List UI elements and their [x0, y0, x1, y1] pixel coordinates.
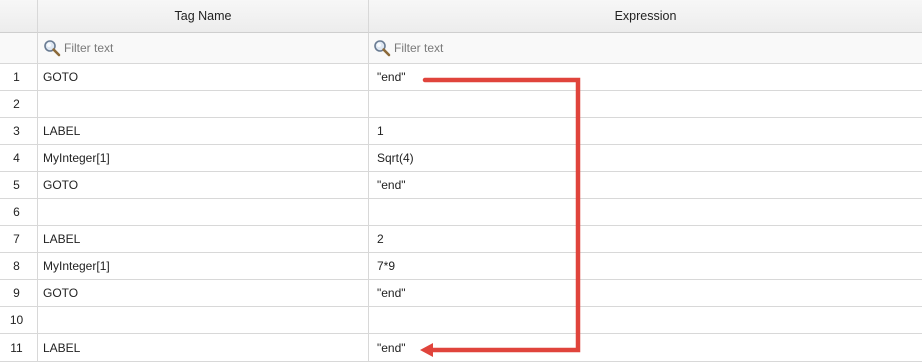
tag-name-cell[interactable]: LABEL: [38, 226, 369, 253]
column-header-expression[interactable]: Expression: [369, 0, 922, 33]
row-number: 10: [0, 307, 38, 334]
tag-name-cell[interactable]: GOTO: [38, 280, 369, 307]
row-number: 1: [0, 64, 38, 91]
magnifier-icon: [44, 40, 61, 57]
table-row[interactable]: 1 GOTO "end": [0, 64, 922, 91]
expression-cell[interactable]: "end": [369, 334, 922, 362]
table-row[interactable]: 5 GOTO "end": [0, 172, 922, 199]
expression-cell[interactable]: [369, 91, 922, 118]
tag-name-cell[interactable]: MyInteger[1]: [38, 253, 369, 280]
expression-cell[interactable]: Sqrt(4): [369, 145, 922, 172]
row-number-header: [0, 0, 38, 33]
column-header-tag-name-label: Tag Name: [174, 9, 232, 23]
table-row[interactable]: 10: [0, 307, 922, 334]
filter-row: Filter text Filter text: [0, 33, 922, 64]
grid-header: Tag Name Expression: [0, 0, 922, 33]
tag-name-cell[interactable]: LABEL: [38, 118, 369, 145]
tag-name-cell[interactable]: GOTO: [38, 172, 369, 199]
column-header-tag-name[interactable]: Tag Name: [38, 0, 369, 33]
row-number: 6: [0, 199, 38, 226]
tag-filter-input[interactable]: Filter text: [38, 33, 369, 64]
tag-name-cell[interactable]: LABEL: [38, 334, 369, 362]
tag-name-cell[interactable]: [38, 91, 369, 118]
row-number: 3: [0, 118, 38, 145]
expression-filter-placeholder: Filter text: [394, 41, 444, 55]
expression-cell[interactable]: [369, 307, 922, 334]
row-number: 5: [0, 172, 38, 199]
tag-filter-placeholder: Filter text: [64, 41, 114, 55]
row-number: 4: [0, 145, 38, 172]
magnifier-icon: [374, 40, 391, 57]
tag-name-cell[interactable]: GOTO: [38, 64, 369, 91]
table-row[interactable]: 8 MyInteger[1] 7*9: [0, 253, 922, 280]
expression-cell[interactable]: "end": [369, 172, 922, 199]
table-row[interactable]: 7 LABEL 2: [0, 226, 922, 253]
table-row[interactable]: 6: [0, 199, 922, 226]
expression-cell[interactable]: [369, 199, 922, 226]
expression-cell[interactable]: 7*9: [369, 253, 922, 280]
column-header-expression-label: Expression: [614, 9, 677, 23]
tag-expression-grid: Tag Name Expression Filter text Filter t…: [0, 0, 922, 362]
expression-cell[interactable]: "end": [369, 64, 922, 91]
table-row[interactable]: 9 GOTO "end": [0, 280, 922, 307]
expression-cell[interactable]: "end": [369, 280, 922, 307]
table-row[interactable]: 3 LABEL 1: [0, 118, 922, 145]
row-number: 8: [0, 253, 38, 280]
filter-row-number: [0, 33, 38, 64]
row-number: 11: [0, 334, 38, 362]
table-row[interactable]: 11 LABEL "end": [0, 334, 922, 362]
row-number: 9: [0, 280, 38, 307]
table-row[interactable]: 2: [0, 91, 922, 118]
table-row[interactable]: 4 MyInteger[1] Sqrt(4): [0, 145, 922, 172]
tag-name-cell[interactable]: [38, 199, 369, 226]
expression-cell[interactable]: 1: [369, 118, 922, 145]
tag-name-cell[interactable]: [38, 307, 369, 334]
expression-filter-input[interactable]: Filter text: [369, 33, 922, 64]
row-number: 2: [0, 91, 38, 118]
tag-name-cell[interactable]: MyInteger[1]: [38, 145, 369, 172]
expression-cell[interactable]: 2: [369, 226, 922, 253]
row-number: 7: [0, 226, 38, 253]
